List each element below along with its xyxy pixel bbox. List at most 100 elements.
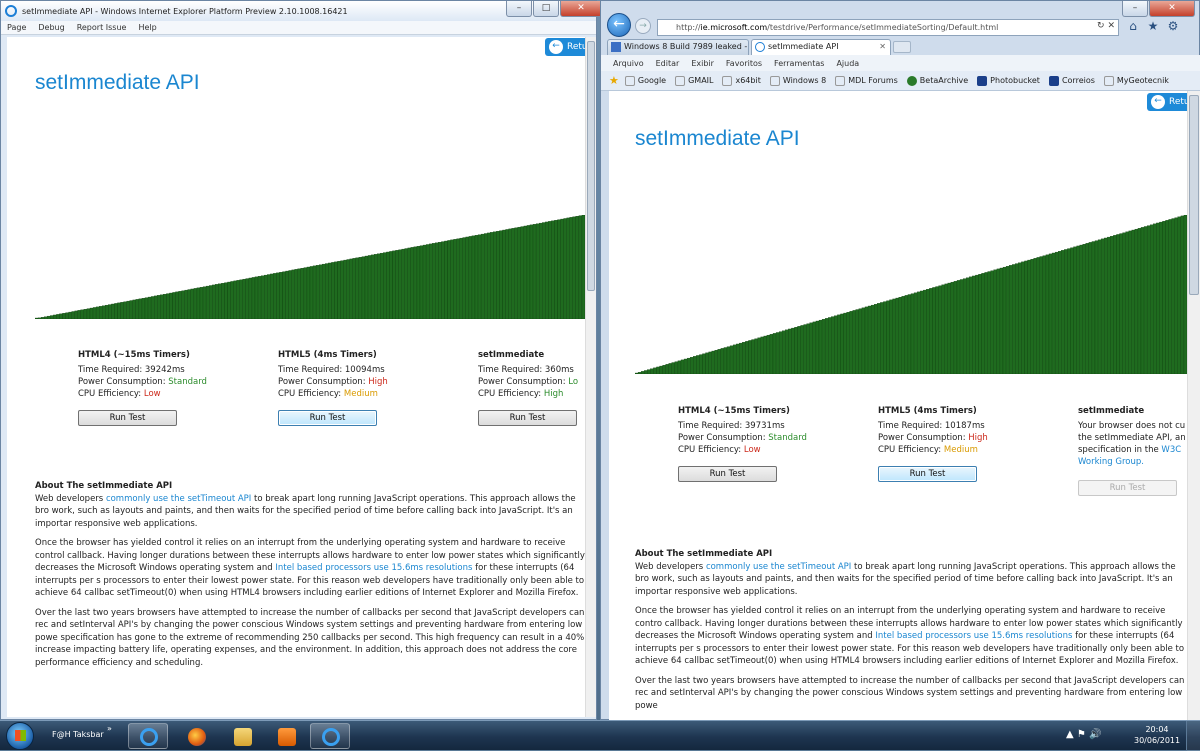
favorite-x64bit[interactable]: x64bit: [722, 75, 761, 86]
menu-page[interactable]: Page: [7, 23, 26, 32]
close-tab-icon[interactable]: ✕: [879, 40, 886, 54]
taskbar-ie-active-button[interactable]: [310, 723, 350, 749]
sort-bar: [233, 280, 237, 319]
favorite-correios[interactable]: Correios: [1048, 75, 1095, 86]
sort-bar: [242, 278, 246, 319]
sort-bar: [1085, 243, 1090, 374]
tools-gear-icon[interactable]: ⚙: [1165, 19, 1181, 35]
sort-bar: [1002, 266, 1007, 374]
scrollbar-thumb[interactable]: [1189, 95, 1199, 295]
favorite-windows8[interactable]: Windows 8: [769, 75, 826, 86]
sort-bar: [1076, 245, 1080, 374]
ie-icon: [755, 42, 765, 52]
sort-bar: [760, 336, 764, 374]
run-test-html5-button[interactable]: Run Test: [878, 466, 977, 482]
sort-bar: [56, 314, 60, 319]
sort-bar: [306, 266, 311, 319]
about-section: About The setImmediate API Web developer…: [35, 480, 585, 676]
menu-debug[interactable]: Debug: [38, 23, 64, 32]
favorites-star-icon[interactable]: ★: [609, 74, 619, 87]
back-arrow-icon[interactable]: ←: [607, 13, 631, 37]
close-button[interactable]: ✕: [560, 1, 602, 17]
sort-bar: [1150, 224, 1154, 374]
minimize-button[interactable]: –: [506, 1, 532, 17]
refresh-icon[interactable]: ↻ ✕: [1097, 21, 1115, 31]
menu-help[interactable]: Help: [138, 23, 156, 32]
favorite-google[interactable]: Google: [624, 75, 666, 86]
menu-ajuda[interactable]: Ajuda: [836, 59, 859, 68]
sort-bar: [929, 288, 933, 374]
system-tray[interactable]: ▲ ⚑ 🔊: [1066, 729, 1101, 740]
taskbar-explorer-button[interactable]: [222, 723, 262, 749]
globe-icon: [906, 75, 917, 86]
return-button[interactable]: Retu: [1147, 93, 1187, 111]
favorites-star-icon[interactable]: ★: [1145, 19, 1161, 35]
page-title: setImmediate API: [35, 71, 200, 94]
sort-bar: [315, 265, 320, 319]
firefox-icon: [188, 728, 206, 746]
menu-arquivo[interactable]: Arquivo: [613, 59, 644, 68]
sort-bar: [941, 284, 945, 374]
vertical-scrollbar[interactable]: [585, 37, 596, 717]
sort-bar: [172, 292, 176, 319]
run-test-setimmediate-button[interactable]: Run Test: [478, 410, 577, 426]
sort-bar: [551, 220, 555, 319]
new-tab-button[interactable]: [893, 41, 911, 53]
sort-bar: [751, 339, 755, 374]
intel-resolution-link[interactable]: Intel based processors use 15.6ms resolu…: [875, 631, 1072, 641]
sort-bar: [496, 231, 500, 319]
favorite-mygeotecnik[interactable]: MyGeotecnik: [1103, 75, 1169, 86]
clock[interactable]: 20:04 30/06/2011: [1134, 724, 1180, 746]
menu-editar[interactable]: Editar: [656, 59, 680, 68]
sort-bar-chart: [35, 215, 585, 319]
sort-bar: [926, 289, 930, 374]
favorite-gmail[interactable]: GMAIL: [675, 75, 713, 86]
sort-bar: [720, 348, 725, 374]
sort-bar: [969, 276, 973, 374]
html4-test-panel: HTML4 (~15ms Timers) Time Required: 3973…: [678, 405, 868, 456]
sort-bar: [815, 320, 820, 374]
taskbar-media-player-button[interactable]: [266, 723, 306, 749]
taskbar-firefox-button[interactable]: [176, 723, 216, 749]
toolbar-label[interactable]: F@H Taksbar: [52, 730, 104, 739]
time-required: Time Required: 360ms: [478, 365, 574, 375]
working-group-link[interactable]: Working Group.: [1078, 457, 1144, 467]
favorite-mdl-forums[interactable]: MDL Forums: [835, 75, 898, 86]
sort-bar: [944, 283, 948, 374]
taskbar-ie-button[interactable]: [128, 723, 168, 749]
show-desktop-button[interactable]: [1186, 721, 1200, 751]
return-button[interactable]: Retu: [545, 38, 585, 56]
menu-favoritos[interactable]: Favoritos: [726, 59, 762, 68]
tab-setimmediate[interactable]: setImmediate API ✕: [751, 39, 891, 55]
test-heading: setImmediate: [478, 350, 545, 360]
w3c-link[interactable]: W3C: [1161, 445, 1181, 455]
run-test-html4-button[interactable]: Run Test: [678, 466, 777, 482]
run-test-html4-button[interactable]: Run Test: [78, 410, 177, 426]
chevron-icon[interactable]: »: [107, 724, 112, 733]
menu-report-issue[interactable]: Report Issue: [77, 23, 127, 32]
vertical-scrollbar[interactable]: [1187, 91, 1200, 721]
sort-bar: [135, 299, 140, 319]
menu-exibir[interactable]: Exibir: [691, 59, 714, 68]
favorites-bar: ★ Google GMAIL x64bit Windows 8 MDL Foru…: [601, 71, 1200, 91]
favorite-photobucket[interactable]: Photobucket: [977, 75, 1040, 86]
sort-bar: [361, 256, 366, 319]
tab-windows8-build[interactable]: Windows 8 Build 7989 leaked - ...: [607, 39, 749, 55]
sort-bar: [1137, 228, 1142, 374]
settimeout-link[interactable]: commonly use the setTimeout API: [106, 494, 251, 504]
sort-bar: [840, 313, 844, 374]
sort-bar: [123, 301, 127, 319]
settimeout-link[interactable]: commonly use the setTimeout API: [706, 562, 851, 572]
forward-arrow-icon[interactable]: →: [635, 18, 651, 34]
address-bar[interactable]: http://ie.microsoft.com/testdrive/Perfor…: [657, 19, 1119, 36]
intel-resolution-link[interactable]: Intel based processors use 15.6ms resolu…: [275, 563, 472, 573]
home-icon[interactable]: ⌂: [1125, 19, 1141, 35]
scrollbar-thumb[interactable]: [587, 41, 595, 291]
favorite-betaarchive[interactable]: BetaArchive: [906, 75, 968, 86]
maximize-button[interactable]: □: [533, 1, 559, 17]
sort-bar: [1159, 221, 1163, 374]
start-button[interactable]: [6, 722, 34, 750]
run-test-html5-button[interactable]: Run Test: [278, 410, 377, 426]
menu-ferramentas[interactable]: Ferramentas: [774, 59, 824, 68]
sort-bar: [484, 233, 488, 319]
